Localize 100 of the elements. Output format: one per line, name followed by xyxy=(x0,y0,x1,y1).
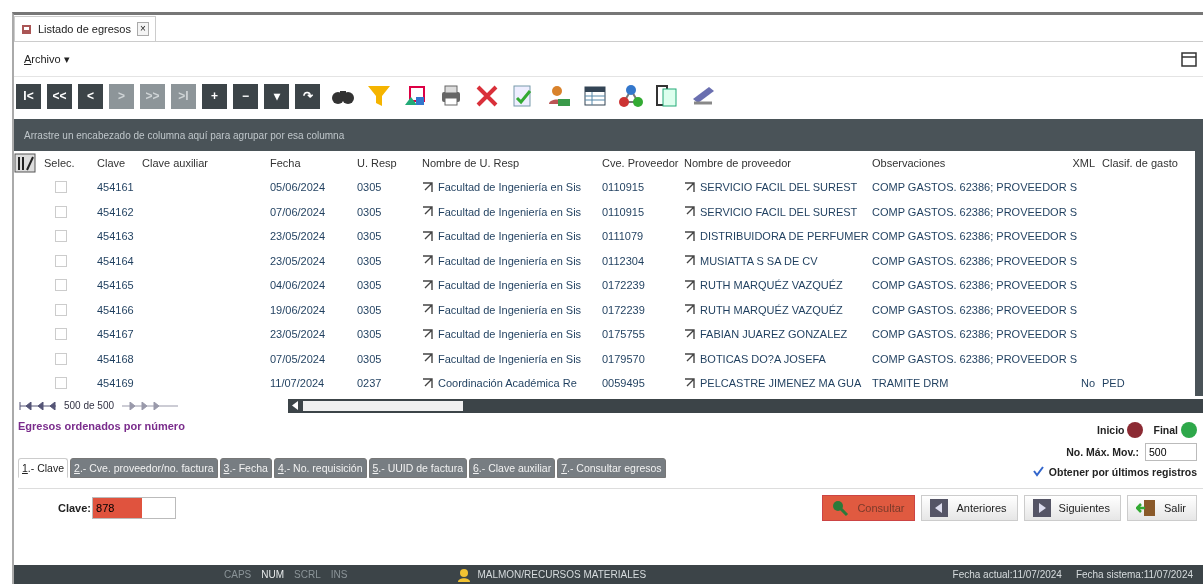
row-checkbox[interactable] xyxy=(55,254,67,267)
table-cell: 0112304 xyxy=(602,254,644,267)
clave-field[interactable]: 878 xyxy=(92,496,177,519)
link-arrow-icon[interactable] xyxy=(684,328,695,340)
table-cell: 454161 xyxy=(97,181,134,194)
scroll-left-icon[interactable] xyxy=(292,401,299,410)
column-header[interactable]: Cve. Proveedor xyxy=(599,157,681,169)
link-arrow-icon[interactable] xyxy=(422,377,433,389)
first-previous-icon[interactable] xyxy=(18,401,58,410)
search-tab[interactable]: 2.- Cve. proveedor/no. factura xyxy=(70,457,218,478)
table-cell: 0305 xyxy=(357,230,382,243)
link-arrow-icon[interactable] xyxy=(684,377,695,389)
link-arrow-icon[interactable] xyxy=(422,279,433,291)
link-arrow-icon[interactable] xyxy=(422,230,433,242)
column-header[interactable]: XML xyxy=(1064,157,1099,169)
action-button[interactable]: Siguientes xyxy=(1023,494,1121,521)
link-arrow-icon[interactable] xyxy=(422,206,433,218)
link-arrow-icon[interactable] xyxy=(684,279,695,291)
column-header[interactable]: Fecha xyxy=(267,157,354,169)
table-cell: 0305 xyxy=(357,303,382,316)
search-tab[interactable]: 1.- Clave xyxy=(18,457,69,478)
column-header[interactable]: Observaciones xyxy=(869,157,1064,169)
column-header[interactable]: U. Resp xyxy=(354,157,419,169)
network-icon[interactable] xyxy=(618,83,644,109)
link-arrow-icon[interactable] xyxy=(422,353,433,365)
close-button[interactable]: × xyxy=(136,22,149,36)
documents-icon[interactable] xyxy=(654,83,680,109)
action-button[interactable]: Anteriores xyxy=(921,494,1018,521)
key-indicator: INS xyxy=(330,569,348,580)
row-checkbox[interactable] xyxy=(55,328,67,341)
row-checkbox[interactable] xyxy=(55,352,67,365)
table-icon[interactable] xyxy=(582,83,608,109)
window-restore-icon[interactable] xyxy=(1181,51,1197,67)
tab-title: Listado de egresos xyxy=(38,23,131,35)
table-cell: PED xyxy=(1102,377,1125,390)
table-cell: COMP GASTOS. 62386; PROVEEDOR S xyxy=(872,230,1077,243)
column-header[interactable]: Clave xyxy=(94,157,139,169)
search-tab[interactable]: 5.- UUID de factura xyxy=(368,457,467,478)
table-cell: 454167 xyxy=(97,328,134,341)
column-header[interactable]: Nombre de proveedor xyxy=(681,157,869,169)
table-cell: COMP GASTOS. 62386; PROVEEDOR S xyxy=(872,303,1077,316)
link-arrow-icon[interactable] xyxy=(684,255,695,267)
link-arrow-icon[interactable] xyxy=(422,328,433,340)
record-count: 500 de 500 xyxy=(64,400,115,411)
row-checkbox[interactable] xyxy=(55,230,67,243)
nav-button[interactable]: + xyxy=(202,83,227,109)
nav-button[interactable]: < xyxy=(78,83,103,109)
table-cell: 0172239 xyxy=(602,279,645,292)
document-tab[interactable]: Listado de egresos × xyxy=(14,16,156,41)
table-cell: 23/05/2024 xyxy=(270,230,326,243)
table-cell: COMP GASTOS. 62386; PROVEEDOR S xyxy=(872,328,1077,341)
next-last-icon[interactable] xyxy=(120,401,181,410)
search-tab[interactable]: 7.- Consultar egresos xyxy=(557,457,666,478)
column-header[interactable]: Clave auxiliar xyxy=(139,157,267,169)
delete-icon[interactable] xyxy=(474,83,500,109)
horizontal-scrollbar[interactable] xyxy=(288,398,1203,413)
table-cell: COMP GASTOS. 62386; PROVEEDOR S xyxy=(872,205,1077,218)
group-by-panel[interactable]: Arrastre un encabezado de columna aquí para agrupar por esa columna xyxy=(14,119,1203,151)
table-cell: Facultad de Ingeniería en Sis xyxy=(438,205,582,218)
column-header[interactable]: Selec. xyxy=(41,157,94,169)
table-cell: 0175755 xyxy=(602,328,645,341)
row-checkbox[interactable] xyxy=(55,377,67,390)
max-moves-field[interactable]: 500 xyxy=(1145,442,1197,461)
search-tab[interactable]: 6.- Clave auxiliar xyxy=(469,457,556,478)
table-cell: SERVICIO FACIL DEL SUREST xyxy=(700,205,858,218)
column-header[interactable]: Clasif. de gasto xyxy=(1099,157,1194,169)
nav-button[interactable]: − xyxy=(233,83,258,109)
row-checkbox[interactable] xyxy=(55,181,67,194)
link-arrow-icon[interactable] xyxy=(422,255,433,267)
link-arrow-icon[interactable] xyxy=(684,181,695,193)
search-tab[interactable]: 3.- Fecha xyxy=(219,457,272,478)
link-arrow-icon[interactable] xyxy=(684,353,695,365)
table-cell: Facultad de Ingeniería en Sis xyxy=(438,230,582,243)
link-arrow-icon[interactable] xyxy=(422,181,433,193)
link-arrow-icon[interactable] xyxy=(684,304,695,316)
table-cell: Facultad de Ingeniería en Sis xyxy=(438,328,582,341)
column-chooser-icon[interactable] xyxy=(14,153,36,173)
checkbox[interactable] xyxy=(1032,466,1044,477)
vertical-scrollbar[interactable] xyxy=(1195,151,1203,396)
nav-button[interactable]: << xyxy=(47,83,72,109)
column-header[interactable]: Nombre de U. Resp xyxy=(419,157,599,169)
table-cell: 0237 xyxy=(357,377,382,390)
table-cell: 07/06/2024 xyxy=(270,205,326,218)
table-cell: RUTH MARQUÉZ VAZQUÉZ xyxy=(700,303,843,316)
row-checkbox[interactable] xyxy=(55,205,67,218)
link-arrow-icon[interactable] xyxy=(684,230,695,242)
file-menu[interactable]: Archivo ▾ xyxy=(24,52,70,66)
nav-button[interactable]: ▾ xyxy=(264,83,289,109)
row-checkbox[interactable] xyxy=(55,279,67,292)
table-cell: Coordinación Académica Re xyxy=(438,377,577,390)
row-checkbox[interactable] xyxy=(55,303,67,316)
clave-label: Clave: xyxy=(58,501,92,514)
nav-button[interactable]: ↷ xyxy=(295,83,320,109)
link-arrow-icon[interactable] xyxy=(422,304,433,316)
link-arrow-icon[interactable] xyxy=(684,206,695,218)
nav-button[interactable]: I< xyxy=(16,83,41,109)
action-button[interactable]: Salir xyxy=(1127,494,1197,521)
table-cell: Facultad de Ingeniería en Sis xyxy=(438,254,582,267)
table-cell: PELCASTRE JIMENEZ MA GUA xyxy=(700,377,862,390)
search-tab[interactable]: 4.- No. requisición xyxy=(273,457,367,478)
